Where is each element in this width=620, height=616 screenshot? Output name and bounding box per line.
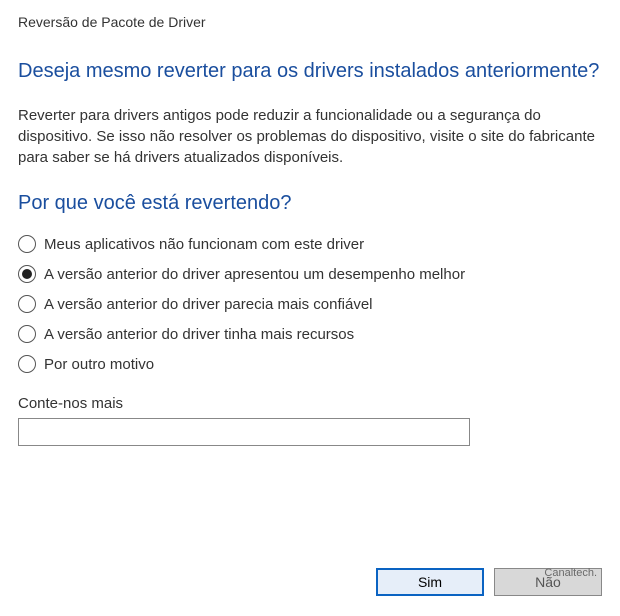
reason-option-other[interactable]: Por outro motivo [18, 355, 602, 373]
warning-text: Reverter para drivers antigos pode reduz… [18, 105, 602, 168]
reason-label: A versão anterior do driver tinha mais r… [44, 326, 354, 343]
reason-option-apps-not-working[interactable]: Meus aplicativos não funcionam com este … [18, 235, 602, 253]
radio-icon [18, 325, 36, 343]
radio-icon [18, 265, 36, 283]
reason-label: A versão anterior do driver apresentou u… [44, 266, 465, 283]
reason-subheading: Por que você está revertendo? [18, 192, 602, 215]
reason-option-more-features[interactable]: A versão anterior do driver tinha mais r… [18, 325, 602, 343]
tellmore-input[interactable] [18, 418, 470, 446]
no-button[interactable]: Canaltech. Não [494, 568, 602, 596]
no-button-label: Não [535, 574, 561, 590]
tellmore-label: Conte-nos mais [18, 395, 602, 412]
radio-icon [18, 235, 36, 253]
reason-option-better-performance[interactable]: A versão anterior do driver apresentou u… [18, 265, 602, 283]
radio-icon [18, 295, 36, 313]
yes-button[interactable]: Sim [376, 568, 484, 596]
reason-label: A versão anterior do driver parecia mais… [44, 296, 373, 313]
main-heading: Deseja mesmo reverter para os drivers in… [18, 58, 602, 85]
reason-label: Por outro motivo [44, 356, 154, 373]
window-title: Reversão de Pacote de Driver [18, 14, 602, 30]
reason-radio-group: Meus aplicativos não funcionam com este … [18, 235, 602, 373]
radio-icon [18, 355, 36, 373]
dialog-button-row: Sim Canaltech. Não [376, 568, 602, 596]
reason-label: Meus aplicativos não funcionam com este … [44, 236, 364, 253]
reason-option-more-reliable[interactable]: A versão anterior do driver parecia mais… [18, 295, 602, 313]
